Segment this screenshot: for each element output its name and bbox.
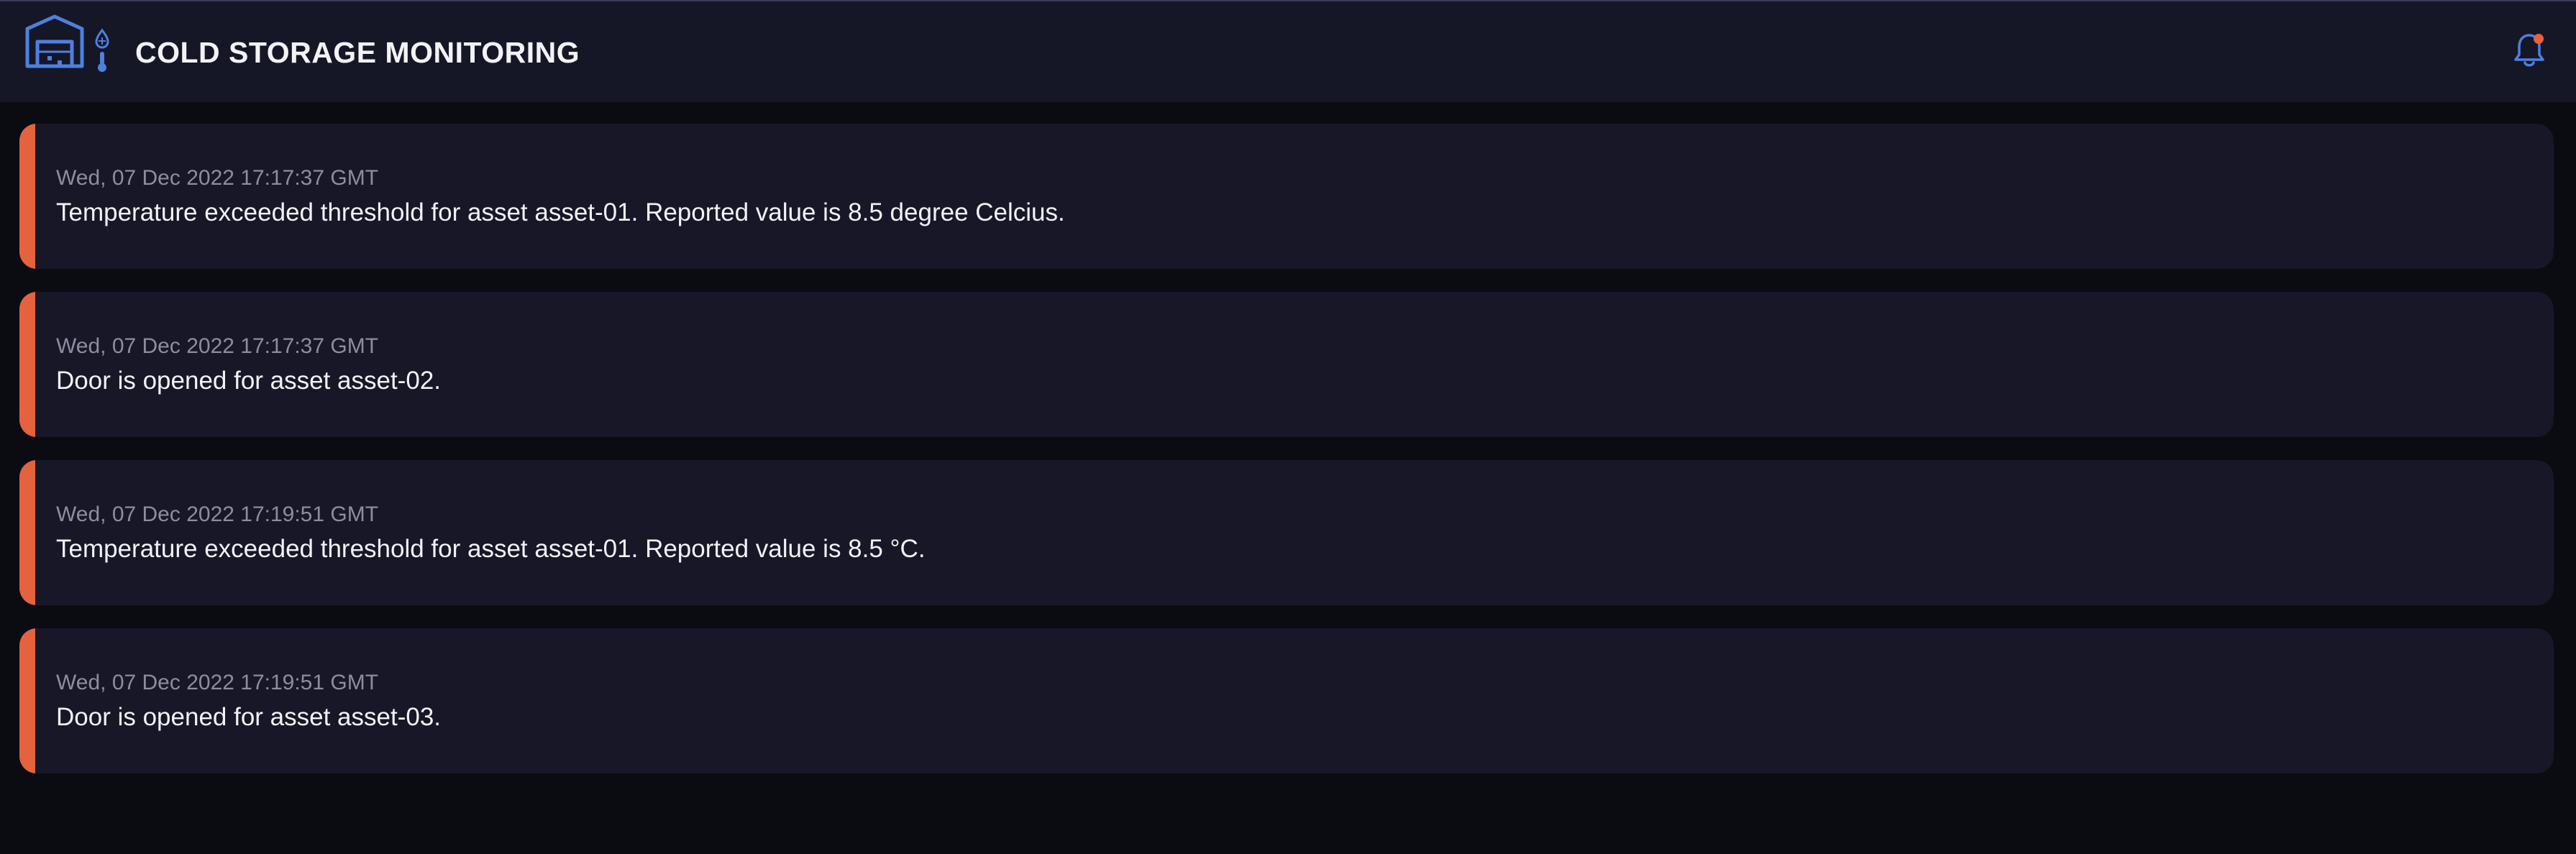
top-bar: COLD STORAGE MONITORING (0, 0, 2576, 102)
alert-message: Door is opened for asset asset-03. (56, 703, 442, 731)
alert-severity-bar (19, 292, 35, 437)
alert-severity-bar (19, 628, 35, 773)
cold-storage-warehouse-icon (25, 14, 109, 72)
alert-list: Wed, 07 Dec 2022 17:17:37 GMT Temperatur… (19, 124, 2554, 796)
alert-timestamp: Wed, 07 Dec 2022 17:17:37 GMT (56, 334, 379, 358)
alert-message: Temperature exceeded threshold for asset… (56, 198, 1065, 226)
app-title: COLD STORAGE MONITORING (135, 36, 580, 69)
bell-icon[interactable] (2513, 32, 2546, 69)
alert-card: Wed, 07 Dec 2022 17:17:37 GMT Temperatur… (19, 124, 2554, 269)
alert-timestamp: Wed, 07 Dec 2022 17:19:51 GMT (56, 671, 379, 694)
alert-timestamp: Wed, 07 Dec 2022 17:19:51 GMT (56, 502, 379, 526)
alert-severity-bar (19, 460, 35, 605)
alert-timestamp: Wed, 07 Dec 2022 17:17:37 GMT (56, 166, 379, 190)
alert-severity-bar (19, 124, 35, 269)
alert-message: Door is opened for asset asset-02. (56, 367, 442, 395)
alert-card: Wed, 07 Dec 2022 17:17:37 GMT Door is op… (19, 292, 2554, 437)
notification-dot (2534, 34, 2544, 44)
alert-card: Wed, 07 Dec 2022 17:19:51 GMT Temperatur… (19, 460, 2554, 605)
alert-message: Temperature exceeded threshold for asset… (56, 535, 926, 563)
alert-card: Wed, 07 Dec 2022 17:19:51 GMT Door is op… (19, 628, 2554, 773)
